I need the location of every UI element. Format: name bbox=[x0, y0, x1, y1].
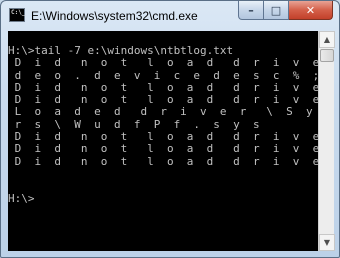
scroll-down-button[interactable]: ▼ bbox=[319, 234, 335, 251]
vertical-scrollbar[interactable]: ▲ ▼ bbox=[318, 31, 335, 251]
console-line: H:\> bbox=[8, 191, 35, 205]
console-line: D i d n o t l o a d d r i v e r A bbox=[14, 142, 320, 156]
maximize-button[interactable]: □ bbox=[264, 1, 289, 20]
up-arrow-icon: ▲ bbox=[323, 35, 331, 44]
down-arrow-icon: ▼ bbox=[323, 238, 331, 247]
console-line: D i d n o t l o a d d r i v e r A bbox=[14, 154, 320, 168]
window-controls: – □ ✕ bbox=[238, 1, 333, 20]
window-bottom-border bbox=[1, 251, 339, 257]
console-line: D i d n o t l o a d d r i v e r @ bbox=[14, 56, 320, 70]
scroll-thumb[interactable] bbox=[320, 49, 334, 62]
window-title: E:\Windows\system32\cmd.exe bbox=[31, 9, 198, 23]
console-line: L o a d e d d r i v e r \ S y s t e m bbox=[14, 105, 313, 119]
cmd-window: C:\_ E:\Windows\system32\cmd.exe – □ ✕ H… bbox=[0, 0, 340, 258]
console-text: H:\>tail -7 e:\windows\ntbtlog.txt D i d… bbox=[8, 44, 325, 205]
title-bar[interactable]: C:\_ E:\Windows\system32\cmd.exe – □ ✕ bbox=[1, 1, 339, 31]
cmd-app-icon[interactable]: C:\_ bbox=[9, 8, 25, 22]
minimize-button[interactable]: – bbox=[238, 1, 264, 20]
console-output[interactable]: H:\>tail -7 e:\windows\ntbtlog.txt D i d… bbox=[8, 31, 325, 251]
close-button[interactable]: ✕ bbox=[289, 1, 333, 20]
scroll-up-button[interactable]: ▲ bbox=[319, 31, 335, 48]
close-icon: ✕ bbox=[305, 3, 316, 17]
minimize-icon: – bbox=[248, 3, 254, 17]
maximize-icon: □ bbox=[270, 3, 282, 17]
